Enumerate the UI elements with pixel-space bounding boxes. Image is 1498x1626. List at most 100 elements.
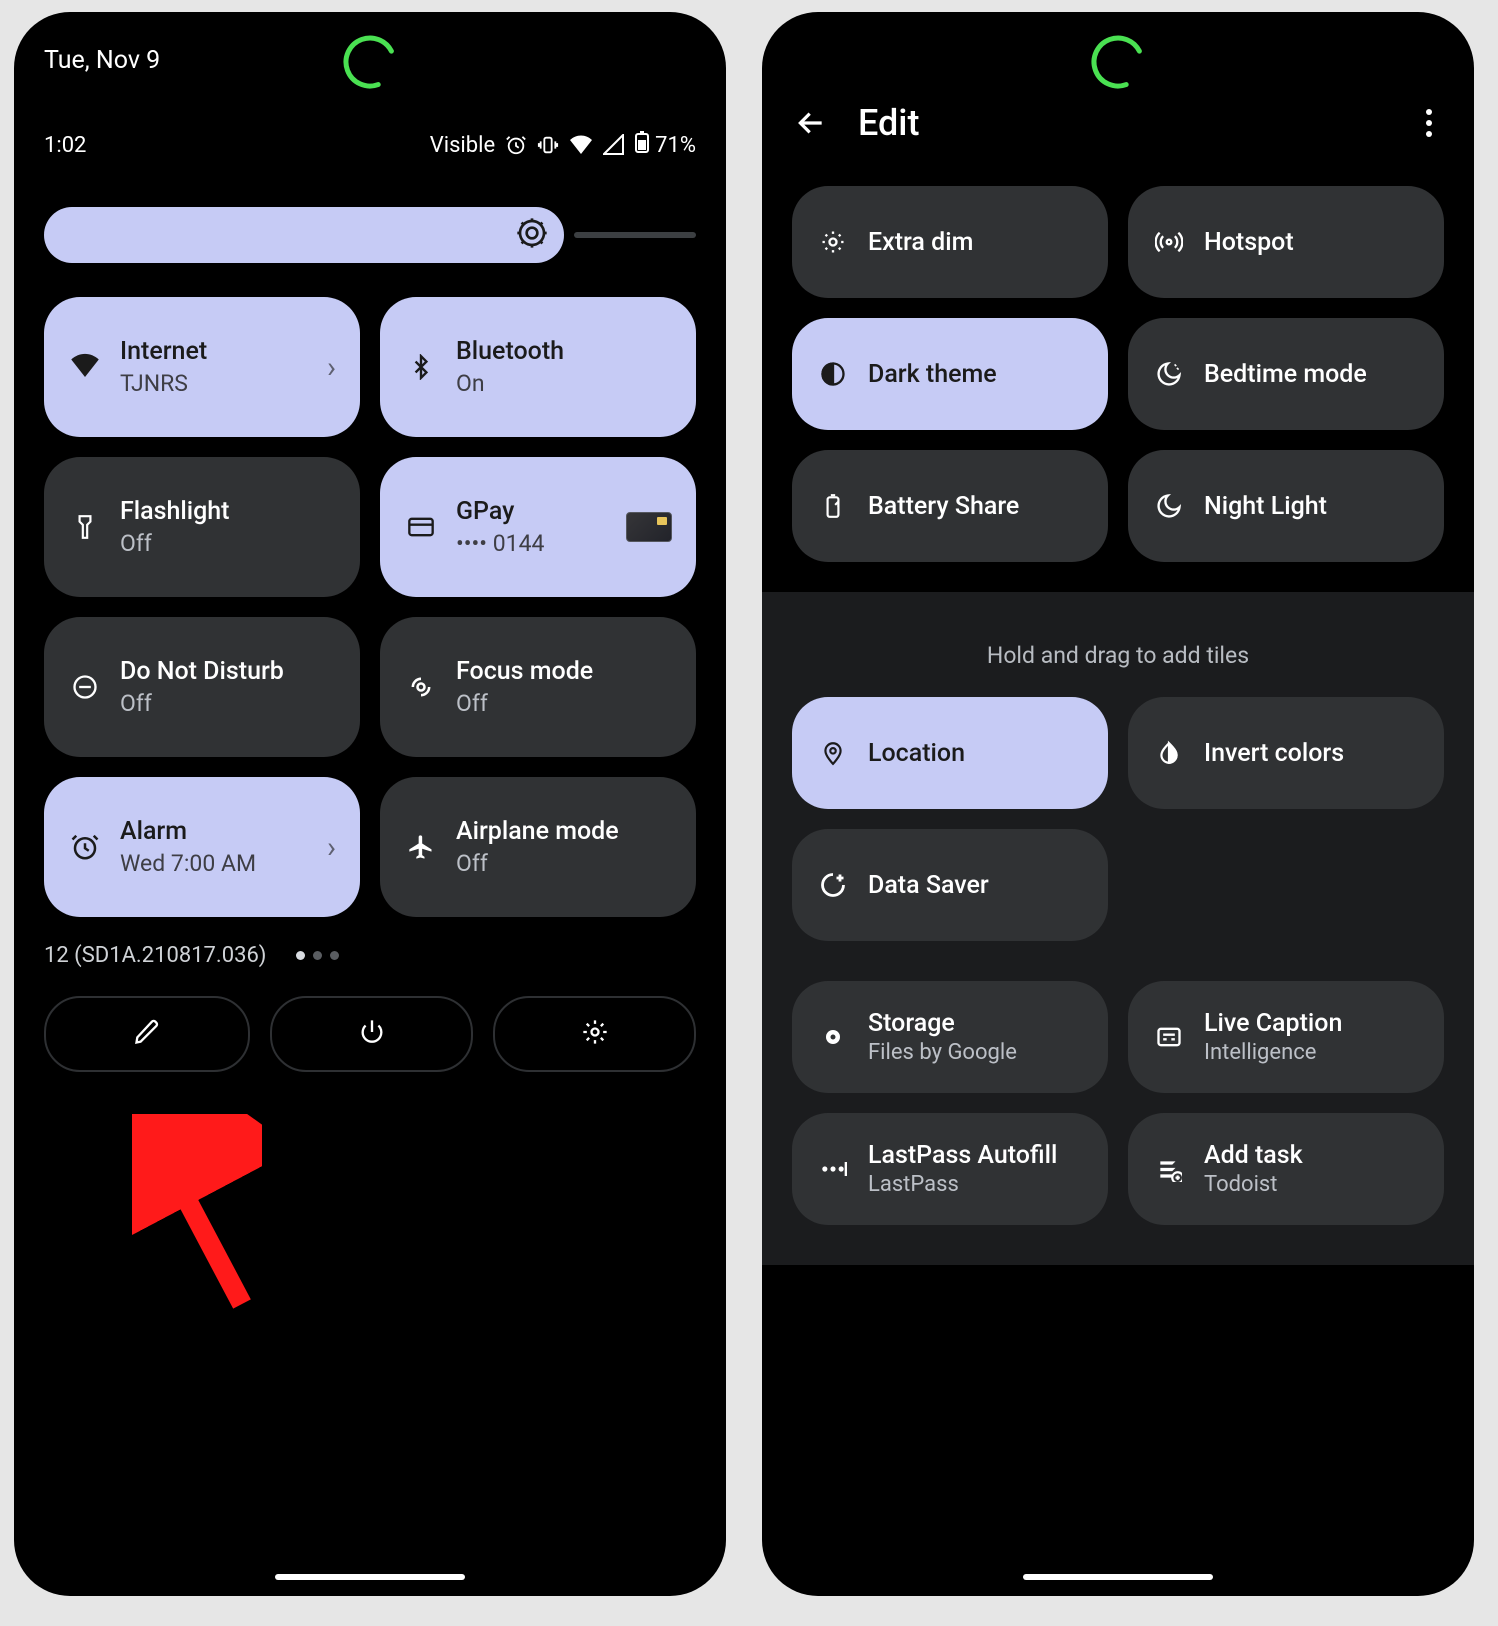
drawer-hint: Hold and drag to add tiles xyxy=(792,642,1444,669)
loading-spinner-icon xyxy=(1088,32,1148,92)
focus-mode-tile[interactable]: Focus mode Off xyxy=(380,617,696,757)
page-indicator xyxy=(296,951,339,960)
tile-subtitle: Intelligence xyxy=(1204,1040,1342,1065)
battery-share-icon xyxy=(816,489,850,523)
chevron-right-icon: › xyxy=(327,350,336,385)
do-not-disturb-tile[interactable]: Do Not Disturb Off xyxy=(44,617,360,757)
location-icon xyxy=(816,736,850,770)
build-label: 12 (SD1A.210817.036) xyxy=(44,943,266,968)
battery-label: 71% xyxy=(655,133,696,158)
edit-tiles-screen: Edit Extra dim Hotspot xyxy=(762,12,1474,1596)
hotspot-tile[interactable]: Hotspot xyxy=(1128,186,1444,298)
settings-button[interactable] xyxy=(493,996,696,1072)
alarm-icon xyxy=(505,134,527,156)
tile-title: Live Caption xyxy=(1204,1009,1342,1038)
dnd-icon xyxy=(68,670,102,704)
tile-label: Data Saver xyxy=(868,871,989,900)
airplane-icon xyxy=(404,830,438,864)
quick-settings-screen: Tue, Nov 9 1:02 Visible xyxy=(14,12,726,1596)
invert-colors-icon xyxy=(1152,736,1186,770)
tile-title: Do Not Disturb xyxy=(120,657,284,686)
tile-title: Internet xyxy=(120,337,207,366)
night-light-icon xyxy=(1152,489,1186,523)
brightness-icon xyxy=(516,217,548,253)
location-tile[interactable]: Location xyxy=(792,697,1108,809)
storage-icon xyxy=(816,1020,850,1054)
flashlight-icon xyxy=(68,510,102,544)
data-saver-tile[interactable]: Data Saver xyxy=(792,829,1108,941)
tile-label: Bedtime mode xyxy=(1204,360,1367,389)
tile-label: Extra dim xyxy=(868,228,973,257)
bluetooth-tile[interactable]: Bluetooth On xyxy=(380,297,696,437)
dark-theme-tile[interactable]: Dark theme xyxy=(792,318,1108,430)
power-icon xyxy=(358,1018,386,1050)
tile-label: Invert colors xyxy=(1204,739,1344,768)
gear-icon xyxy=(581,1018,609,1050)
battery-icon xyxy=(635,131,649,159)
tile-subtitle: •••• 0144 xyxy=(456,530,544,557)
live-caption-icon xyxy=(1152,1020,1186,1054)
airplane-mode-tile[interactable]: Airplane mode Off xyxy=(380,777,696,917)
lastpass-icon xyxy=(816,1152,850,1186)
vibrate-icon xyxy=(537,134,559,156)
extra-dim-tile[interactable]: Extra dim xyxy=(792,186,1108,298)
bedtime-mode-tile[interactable]: Bedtime mode xyxy=(1128,318,1444,430)
add-task-tile[interactable]: Add task Todoist xyxy=(1128,1113,1444,1225)
edit-button[interactable] xyxy=(44,996,250,1072)
internet-tile[interactable]: Internet TJNRS › xyxy=(44,297,360,437)
tile-label: Hotspot xyxy=(1204,228,1294,257)
tile-title: GPay xyxy=(456,497,544,526)
live-caption-tile[interactable]: Live Caption Intelligence xyxy=(1128,981,1444,1093)
tile-subtitle: Off xyxy=(456,690,593,717)
card-icon xyxy=(404,510,438,544)
brightness-slider[interactable] xyxy=(44,207,696,263)
chevron-right-icon: › xyxy=(327,830,336,865)
tile-label: Night Light xyxy=(1204,492,1327,521)
power-button[interactable] xyxy=(270,996,473,1072)
gpay-tile[interactable]: GPay •••• 0144 xyxy=(380,457,696,597)
dark-theme-icon xyxy=(816,357,850,391)
tile-title: Airplane mode xyxy=(456,817,619,846)
tile-label: Location xyxy=(868,739,965,768)
status-bar: 1:02 Visible 71 xyxy=(44,131,696,159)
loading-spinner-icon xyxy=(340,32,400,92)
tile-title: Bluetooth xyxy=(456,337,564,366)
tile-title: Focus mode xyxy=(456,657,593,686)
tile-subtitle: Wed 7:00 AM xyxy=(120,850,256,877)
tile-title: LastPass Autofill xyxy=(868,1141,1057,1170)
wifi-icon xyxy=(68,350,102,384)
page-title: Edit xyxy=(858,102,919,144)
tile-label: Dark theme xyxy=(868,360,997,389)
back-button[interactable] xyxy=(792,104,830,142)
night-light-tile[interactable]: Night Light xyxy=(1128,450,1444,562)
more-button[interactable] xyxy=(1414,104,1444,142)
annotation-arrow-icon xyxy=(132,1114,262,1328)
time-label: 1:02 xyxy=(44,133,86,158)
tile-subtitle: Off xyxy=(120,690,284,717)
storage-tile[interactable]: Storage Files by Google xyxy=(792,981,1108,1093)
flashlight-tile[interactable]: Flashlight Off xyxy=(44,457,360,597)
available-tiles-drawer: Hold and drag to add tiles Location Inve… xyxy=(762,592,1474,1265)
lastpass-autofill-tile[interactable]: LastPass Autofill LastPass xyxy=(792,1113,1108,1225)
alarm-tile[interactable]: Alarm Wed 7:00 AM › xyxy=(44,777,360,917)
extra-dim-icon xyxy=(816,225,850,259)
signal-icon xyxy=(603,134,625,156)
home-indicator[interactable] xyxy=(1023,1574,1213,1580)
home-indicator[interactable] xyxy=(275,1574,465,1580)
tile-subtitle: Off xyxy=(120,530,230,557)
tile-label: Battery Share xyxy=(868,492,1019,521)
hotspot-icon xyxy=(1152,225,1186,259)
carrier-label: Visible xyxy=(430,133,495,158)
tile-subtitle: TJNRS xyxy=(120,370,207,397)
tile-title: Flashlight xyxy=(120,497,230,526)
tile-subtitle: Todoist xyxy=(1204,1172,1303,1197)
focus-icon xyxy=(404,670,438,704)
tile-subtitle: Files by Google xyxy=(868,1040,1017,1065)
wifi-icon xyxy=(569,134,593,156)
tile-subtitle: LastPass xyxy=(868,1172,1057,1197)
card-preview-icon xyxy=(626,512,672,542)
pencil-icon xyxy=(133,1018,161,1050)
alarm-icon xyxy=(68,830,102,864)
battery-share-tile[interactable]: Battery Share xyxy=(792,450,1108,562)
invert-colors-tile[interactable]: Invert colors xyxy=(1128,697,1444,809)
